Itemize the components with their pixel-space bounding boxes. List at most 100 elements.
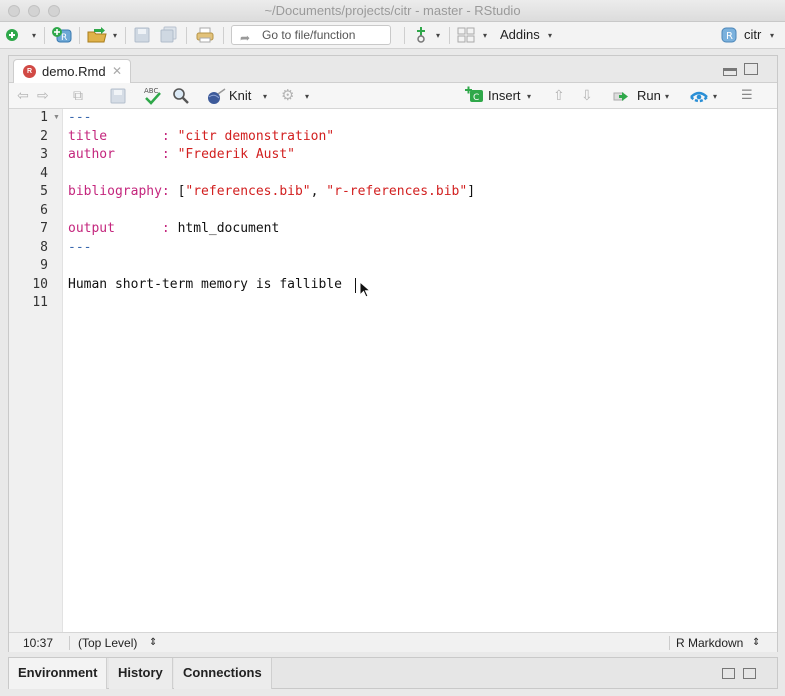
restore-pane-icon[interactable]: [722, 668, 735, 679]
yaml-key: author: [68, 147, 115, 162]
tab-label: demo.Rmd: [42, 64, 106, 79]
svg-text:R: R: [726, 31, 733, 42]
yaml-key: title: [68, 128, 108, 144]
next-chunk-icon[interactable]: ⇩: [581, 87, 593, 104]
svg-text:C: C: [473, 93, 479, 103]
go-to-file-input[interactable]: ➦ Go to file/function: [231, 25, 391, 45]
git-dropdown-icon[interactable]: ▾: [436, 31, 440, 40]
rerun-dropdown-icon[interactable]: ▾: [713, 92, 717, 101]
insert-chunk-icon[interactable]: C: [465, 86, 485, 104]
scope-updown-icon[interactable]: ⇕: [149, 637, 157, 648]
yaml-bracket: [: [169, 184, 186, 199]
yaml-value: html_document: [177, 221, 280, 236]
fold-arrow-icon[interactable]: ▼: [53, 114, 60, 121]
knit-button[interactable]: Knit: [229, 88, 251, 103]
run-arrow-icon[interactable]: [613, 88, 635, 106]
settings-dropdown-icon[interactable]: ▾: [305, 92, 309, 101]
pane-layout-dropdown-icon[interactable]: ▾: [483, 31, 487, 40]
knit-dropdown-icon[interactable]: ▾: [263, 92, 267, 101]
save-all-icon[interactable]: [160, 26, 178, 44]
status-separator: [69, 636, 70, 650]
project-dropdown-icon[interactable]: ▾: [770, 31, 774, 40]
maximize-pane-icon[interactable]: [744, 63, 758, 75]
back-icon[interactable]: ⇦: [17, 87, 29, 104]
save-file-icon[interactable]: [109, 87, 127, 105]
find-icon[interactable]: [172, 87, 190, 105]
toolbar-separator: [79, 27, 80, 44]
code-line-8: ---: [68, 240, 91, 255]
pane-layout-icon[interactable]: [457, 26, 475, 44]
tab-connections[interactable]: Connections: [174, 658, 272, 689]
line-number: 3: [40, 147, 48, 162]
addins-dropdown-icon[interactable]: ▾: [548, 31, 552, 40]
tab-demo-rmd[interactable]: R demo.Rmd ✕: [13, 59, 131, 83]
yaml-comma: ,: [310, 184, 327, 199]
toolbar-separator: [223, 27, 224, 44]
go-to-placeholder: Go to file/function: [262, 28, 356, 42]
title-bar: ~/Documents/projects/citr - master - RSt…: [0, 0, 785, 22]
print-icon[interactable]: [196, 26, 214, 44]
file-type-selector[interactable]: R Markdown: [676, 636, 743, 650]
project-menu[interactable]: citr: [744, 27, 761, 42]
r-project-icon: R: [721, 27, 737, 43]
maximize-bottom-pane-icon[interactable]: [743, 668, 756, 679]
save-icon[interactable]: [133, 26, 151, 44]
yaml-key: bibliography:: [68, 184, 170, 199]
source-tab-bar: R demo.Rmd ✕: [9, 56, 777, 83]
open-file-icon[interactable]: [86, 26, 108, 44]
run-button[interactable]: Run: [637, 88, 661, 103]
line-number: 2: [40, 128, 48, 144]
text-cursor: [355, 278, 356, 293]
line-number: 6: [40, 202, 48, 218]
yaml-string: "r-references.bib": [326, 184, 468, 199]
forward-icon[interactable]: ⇨: [37, 87, 49, 104]
window-title: ~/Documents/projects/citr - master - RSt…: [264, 3, 521, 18]
tab-environment[interactable]: Environment: [9, 658, 108, 689]
yaml-key: output: [68, 221, 115, 236]
yaml-string: "references.bib": [185, 184, 311, 199]
tab-history[interactable]: History: [109, 658, 173, 689]
yaml-string: "Frederik Aust": [177, 147, 295, 162]
close-tab-icon[interactable]: ✕: [112, 64, 122, 78]
line-number-gutter: 1 ▼ 2 3 4 5 6 7 8 9 10 11: [9, 109, 63, 632]
line-number: 11: [32, 295, 48, 310]
status-separator: [669, 636, 670, 650]
addins-menu[interactable]: Addins: [500, 27, 540, 42]
toolbar-separator: [449, 27, 450, 44]
insert-dropdown-icon[interactable]: ▾: [527, 92, 531, 101]
toolbar-separator: [186, 27, 187, 44]
scope-selector[interactable]: (Top Level): [78, 636, 137, 650]
new-file-icon[interactable]: [4, 26, 22, 44]
git-icon[interactable]: [412, 26, 430, 44]
code-line-1: ---: [68, 110, 91, 125]
yaml-bracket: ]: [467, 184, 476, 199]
code-line-10: Human short-term memory is fallible: [68, 277, 350, 292]
run-dropdown-icon[interactable]: ▾: [665, 92, 669, 101]
svg-text:R: R: [61, 33, 67, 43]
settings-gear-icon[interactable]: ⚙: [281, 86, 294, 104]
code-line-7: output : html_document: [68, 221, 279, 236]
previous-chunk-icon[interactable]: ⇧: [553, 87, 565, 104]
spellcheck-icon[interactable]: ABC: [142, 85, 164, 107]
rerun-icon[interactable]: [688, 87, 710, 105]
document-outline-icon[interactable]: ☰: [741, 87, 753, 103]
toolbar-separator: [404, 27, 405, 44]
rmarkdown-file-icon: R: [23, 65, 36, 78]
yaml-delimiter: ---: [68, 110, 92, 125]
file-type-updown-icon[interactable]: ⇕: [752, 637, 760, 648]
line-number: 8: [40, 239, 48, 255]
knit-yarn-icon[interactable]: [205, 87, 227, 105]
insert-button[interactable]: Insert: [488, 88, 521, 103]
line-number: 1: [40, 110, 48, 125]
open-recent-dropdown-icon[interactable]: ▾: [113, 31, 117, 40]
mouse-pointer-icon: [359, 281, 371, 298]
toolbar-separator: [44, 27, 45, 44]
code-editor[interactable]: 1 ▼ 2 3 4 5 6 7 8 9 10 11 --- title : "c…: [9, 109, 777, 632]
yaml-delimiter: ---: [68, 239, 92, 255]
cursor-position: 10:37: [23, 636, 54, 650]
new-project-icon[interactable]: R: [51, 26, 73, 44]
new-file-dropdown-icon[interactable]: ▾: [32, 31, 36, 40]
go-to-arrow-icon: ➦: [240, 31, 251, 45]
minimize-pane-icon[interactable]: [723, 68, 737, 76]
show-in-window-icon[interactable]: ⧉: [73, 87, 83, 104]
